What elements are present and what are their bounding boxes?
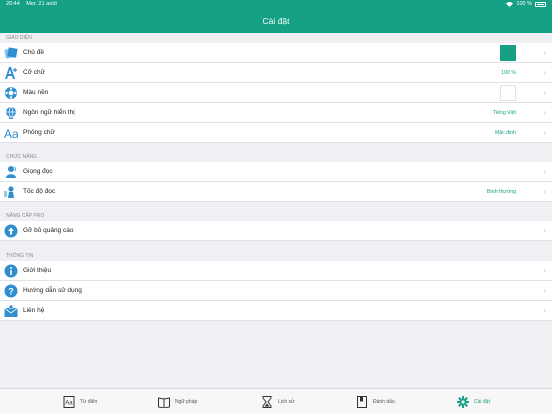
tab-bar: Aa Từ điển Ngữ pháp Lịch sử Đánh dấu Cài… [0, 388, 552, 414]
row-label: Màu nền [23, 89, 49, 96]
section-header-thong-tin: THÔNG TIN [6, 253, 34, 259]
tab-label: Lịch sử [278, 399, 295, 405]
tab-settings[interactable]: Cài đặt [457, 392, 490, 412]
chevron-right-icon: › [543, 226, 546, 235]
section-header-nang-cap: NÂNG CẤP PRO [6, 213, 45, 219]
contact-icon [4, 304, 18, 317]
row-label: Chủ đề [23, 49, 44, 56]
help-icon: ? [4, 284, 18, 298]
chevron-right-icon: › [543, 167, 546, 176]
chevron-right-icon: › [543, 286, 546, 295]
upgrade-arrow-icon [4, 224, 18, 238]
settings-row-remove-ads[interactable]: Gỡ bỏ quảng cáo › [0, 221, 552, 241]
navigation-bar: Cài đặt [0, 9, 552, 33]
font-value: Mặc định [494, 130, 516, 136]
tab-label: Đánh dấu [373, 399, 395, 405]
settings-row-about[interactable]: Giới thiệu › [0, 261, 552, 281]
chevron-right-icon: › [543, 306, 546, 315]
section-header-giao-dien: GIAO DIỆN [6, 35, 32, 41]
row-label: Liên hệ [23, 307, 45, 314]
settings-row-contact[interactable]: Liên hệ › [0, 301, 552, 321]
row-label: Giọng đọc [23, 168, 53, 175]
font-size-value: 100 % [501, 70, 516, 76]
row-label: Phông chữ [23, 129, 55, 136]
settings-row-background-color[interactable]: Màu nền › [0, 83, 552, 103]
chevron-right-icon: › [543, 108, 546, 117]
section-header-chuc-nang: CHỨC NĂNG [6, 154, 37, 160]
chevron-right-icon: › [543, 88, 546, 97]
status-left: 20:44 Mer. 21 août [6, 0, 57, 9]
tab-history[interactable]: Lịch sử [261, 392, 294, 412]
battery-percent: 100 % [516, 1, 532, 7]
svg-text:Aa: Aa [65, 401, 73, 407]
speed-icon [4, 186, 14, 198]
wifi-icon [506, 2, 514, 7]
tab-bookmarks[interactable]: Đánh dấu [356, 392, 395, 412]
background-color-icon [5, 87, 17, 99]
theme-color-swatch [500, 45, 516, 61]
hourglass-icon [262, 396, 272, 408]
chevron-right-icon: › [543, 48, 546, 57]
tab-label: Ngữ pháp [175, 399, 198, 405]
settings-row-voice[interactable]: Giọng đọc › [0, 162, 552, 182]
language-value: Tiếng Việt [492, 110, 516, 116]
tab-grammar[interactable]: Ngữ pháp [158, 392, 197, 412]
bookmark-icon [357, 396, 367, 408]
tab-label: Từ điển [80, 399, 98, 405]
status-time: 20:44 [6, 1, 20, 7]
page-title: Cài đặt [262, 16, 290, 26]
globe-icon [6, 106, 16, 119]
status-date: Mer. 21 août [26, 1, 57, 7]
settings-row-language[interactable]: Ngôn ngữ hiển thị Tiếng Việt › [0, 103, 552, 123]
settings-row-reading-speed[interactable]: Tốc độ đọc Bình thường › [0, 182, 552, 202]
row-label: Gỡ bỏ quảng cáo [23, 227, 74, 234]
row-label: Hướng dẫn sử dụng [23, 287, 82, 294]
chevron-right-icon: › [543, 187, 546, 196]
row-label: Cỡ chữ [23, 69, 45, 76]
chevron-right-icon: › [543, 128, 546, 137]
row-label: Ngôn ngữ hiển thị [23, 109, 75, 116]
voice-icon [6, 166, 17, 178]
settings-row-font[interactable]: Aa Phông chữ Mặc định › [0, 123, 552, 143]
dictionary-icon: Aa [63, 396, 75, 408]
row-label: Giới thiệu [23, 267, 52, 274]
book-icon [158, 397, 170, 408]
chevron-right-icon: › [543, 266, 546, 275]
settings-row-theme[interactable]: Chủ đề › [0, 43, 552, 63]
status-bar: 20:44 Mer. 21 août 100 % [0, 0, 552, 9]
reading-speed-value: Bình thường [486, 189, 516, 195]
settings-row-help[interactable]: ? Hướng dẫn sử dụng › [0, 281, 552, 301]
tab-dictionary[interactable]: Aa Từ điển [63, 392, 97, 412]
tab-label: Cài đặt [474, 399, 490, 405]
gear-icon [457, 396, 469, 408]
svg-text:?: ? [8, 287, 14, 297]
chevron-right-icon: › [543, 68, 546, 77]
battery-icon [535, 2, 546, 7]
font-size-icon [5, 67, 17, 79]
svg-text:Aa: Aa [4, 127, 18, 140]
status-right: 100 % [506, 0, 546, 9]
settings-row-font-size[interactable]: Cỡ chữ 100 % › [0, 63, 552, 83]
background-color-swatch [500, 85, 516, 101]
theme-icon [4, 47, 18, 59]
row-label: Tốc độ đọc [23, 188, 56, 195]
info-icon [4, 264, 18, 278]
font-icon: Aa [4, 127, 18, 140]
